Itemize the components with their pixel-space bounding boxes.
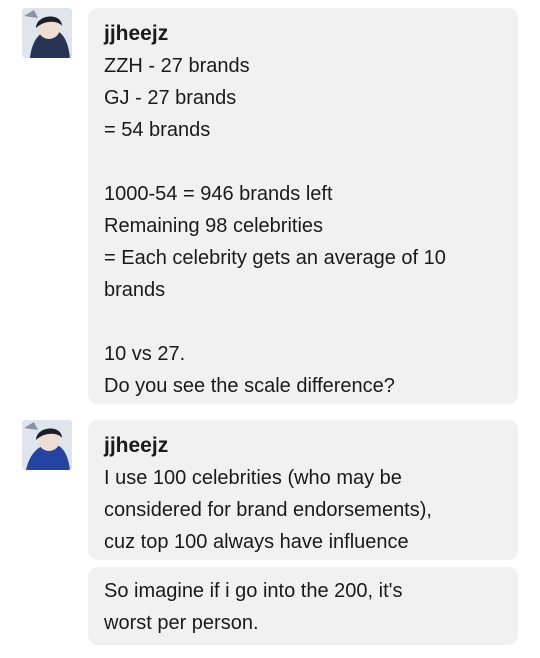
message-line: I use 100 celebrities (who may be	[104, 467, 402, 489]
message-line: brands	[104, 279, 166, 301]
message-bubble: jjheejz I use 100 celebrities (who may b…	[88, 420, 518, 560]
message-line: Do you see the scale difference?	[104, 375, 395, 397]
message-username[interactable]: jjheejz	[104, 18, 502, 50]
message-line	[104, 146, 502, 178]
avatar[interactable]	[22, 8, 72, 58]
message-bubble: So imagine if i go into the 200, it's wo…	[88, 567, 518, 645]
message-line: considered for brand endorsements),	[104, 499, 432, 521]
message-line: 1000-54 = 946 brands left	[104, 183, 333, 205]
message-line: cuz top 100 always have influence	[104, 531, 409, 553]
user-avatar-icon	[22, 420, 72, 470]
user-avatar-icon	[22, 8, 72, 58]
message-line: 10 vs 27.	[104, 343, 186, 365]
message-username[interactable]: jjheejz	[104, 430, 502, 462]
message-line: So imagine if i go into the 200, it's	[104, 580, 403, 602]
message-line: = Each celebrity gets an average of 10	[104, 247, 446, 269]
message-bubble: jjheejz ZZH - 27 brands GJ - 27 brands =…	[88, 8, 518, 404]
message-line: GJ - 27 brands	[104, 87, 237, 109]
message-line: ZZH - 27 brands	[104, 55, 250, 77]
message-line: = 54 brands	[104, 119, 211, 141]
message-line: worst per person.	[104, 612, 259, 634]
message-line	[104, 306, 502, 338]
avatar[interactable]	[22, 420, 72, 470]
message-line: Remaining 98 celebrities	[104, 215, 324, 237]
